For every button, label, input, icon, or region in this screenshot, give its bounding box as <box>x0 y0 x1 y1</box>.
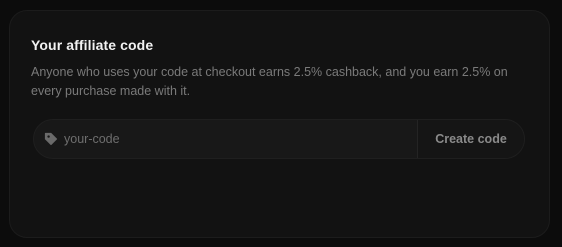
card-description: Anyone who uses your code at checkout ea… <box>31 65 508 98</box>
affiliate-code-card: Your affiliate code Anyone who uses your… <box>9 10 550 238</box>
affiliate-code-field: Create code <box>33 119 525 159</box>
tag-icon <box>44 132 58 146</box>
affiliate-code-input[interactable] <box>64 120 414 158</box>
card-title: Your affiliate code <box>31 37 154 53</box>
create-code-button[interactable]: Create code <box>417 120 524 158</box>
